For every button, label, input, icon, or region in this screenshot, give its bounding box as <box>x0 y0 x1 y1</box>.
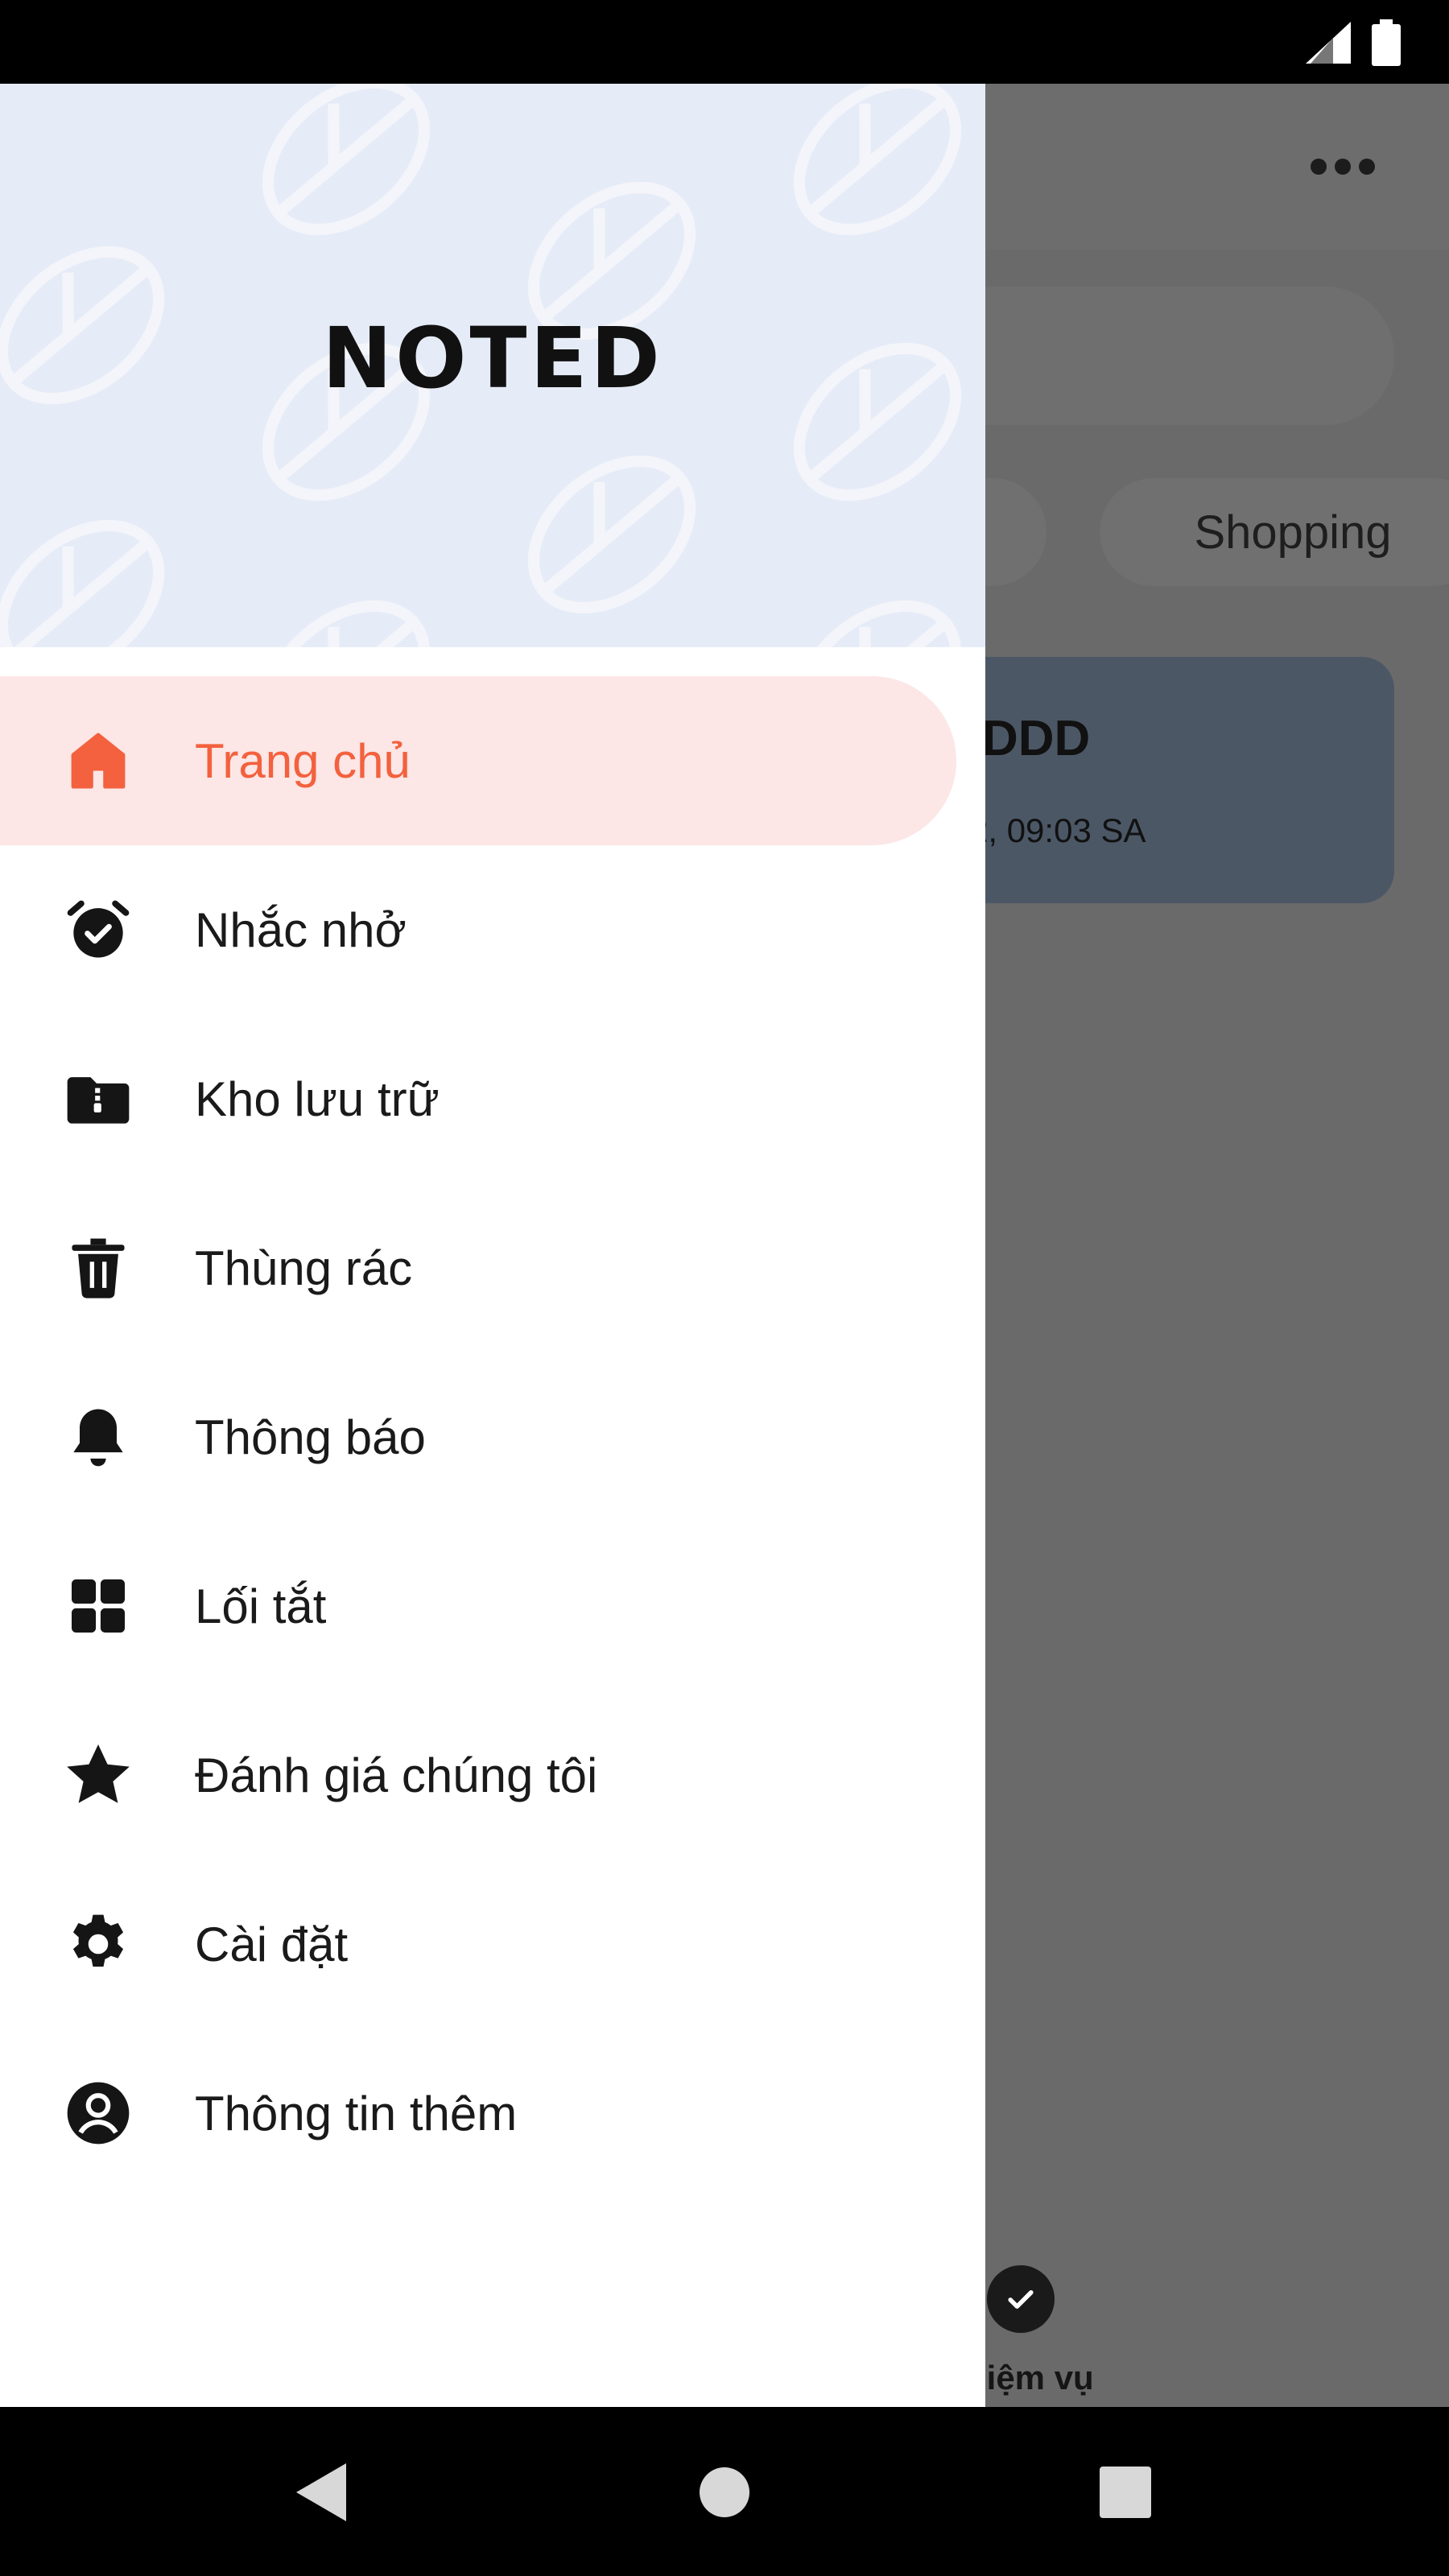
bell-icon <box>60 1398 137 1476</box>
chip-label: Shopping <box>1194 506 1392 559</box>
menu-item-label: Đánh giá chúng tôi <box>195 1748 598 1802</box>
battery-icon <box>1372 19 1401 70</box>
menu-item-label: Lối tắt <box>195 1579 327 1633</box>
menu-item-home[interactable]: Trang chủ <box>0 676 985 845</box>
check-icon[interactable] <box>987 2265 1055 2333</box>
note-date: 2, 09:03 SA <box>969 811 1146 849</box>
menu-item-label: Thùng rác <box>195 1241 413 1295</box>
recents-icon[interactable] <box>1087 2454 1164 2531</box>
gear-icon <box>60 1905 137 1983</box>
menu-item-label: Thông tin thêm <box>195 2086 518 2140</box>
alarm-icon <box>60 891 137 968</box>
trash-icon <box>60 1229 137 1307</box>
drawer-header: NOTED <box>0 84 985 647</box>
grid-icon <box>60 1567 137 1645</box>
menu-item-trash[interactable]: Thùng rác <box>0 1183 985 1352</box>
status-bar <box>0 0 1449 84</box>
account-circle-icon <box>60 2074 137 2152</box>
system-nav-bar <box>0 2407 1449 2576</box>
menu-item-shortcuts[interactable]: Lối tắt <box>0 1521 985 1690</box>
menu-item-settings[interactable]: Cài đặt <box>0 1860 985 2029</box>
menu-item-notifications[interactable]: Thông báo <box>0 1352 985 1521</box>
home-icon <box>60 722 137 799</box>
signal-icon <box>1306 22 1351 68</box>
more-icon[interactable] <box>1307 155 1378 179</box>
note-title: DDD <box>982 711 1091 766</box>
menu-item-more-info[interactable]: Thông tin thêm <box>0 2029 985 2198</box>
home-circle-icon[interactable] <box>686 2454 763 2531</box>
screen: Shopping DDD 2, 09:03 SA hiệm vụ NOTED T… <box>0 0 1449 2576</box>
back-icon[interactable] <box>283 2454 361 2531</box>
app-logo: NOTED <box>322 309 663 407</box>
navigation-drawer: NOTED Trang chủ Nhắc nhở Kho lưu trữ Thù… <box>0 84 985 2407</box>
menu-item-label: Thông báo <box>195 1410 426 1464</box>
menu-item-rate-us[interactable]: Đánh giá chúng tôi <box>0 1690 985 1860</box>
archive-folder-icon <box>60 1060 137 1137</box>
star-icon <box>60 1736 137 1814</box>
background-chip-shopping[interactable]: Shopping <box>1100 478 1449 586</box>
menu-item-label: Kho lưu trữ <box>195 1071 440 1126</box>
menu-item-label: Trang chủ <box>195 733 411 788</box>
menu-item-label: Nhắc nhở <box>195 902 407 957</box>
menu-item-archive[interactable]: Kho lưu trữ <box>0 1014 985 1183</box>
drawer-menu: Trang chủ Nhắc nhở Kho lưu trữ Thùng rác <box>0 676 985 2198</box>
menu-item-label: Cài đặt <box>195 1917 349 1971</box>
menu-item-reminders[interactable]: Nhắc nhở <box>0 845 985 1014</box>
